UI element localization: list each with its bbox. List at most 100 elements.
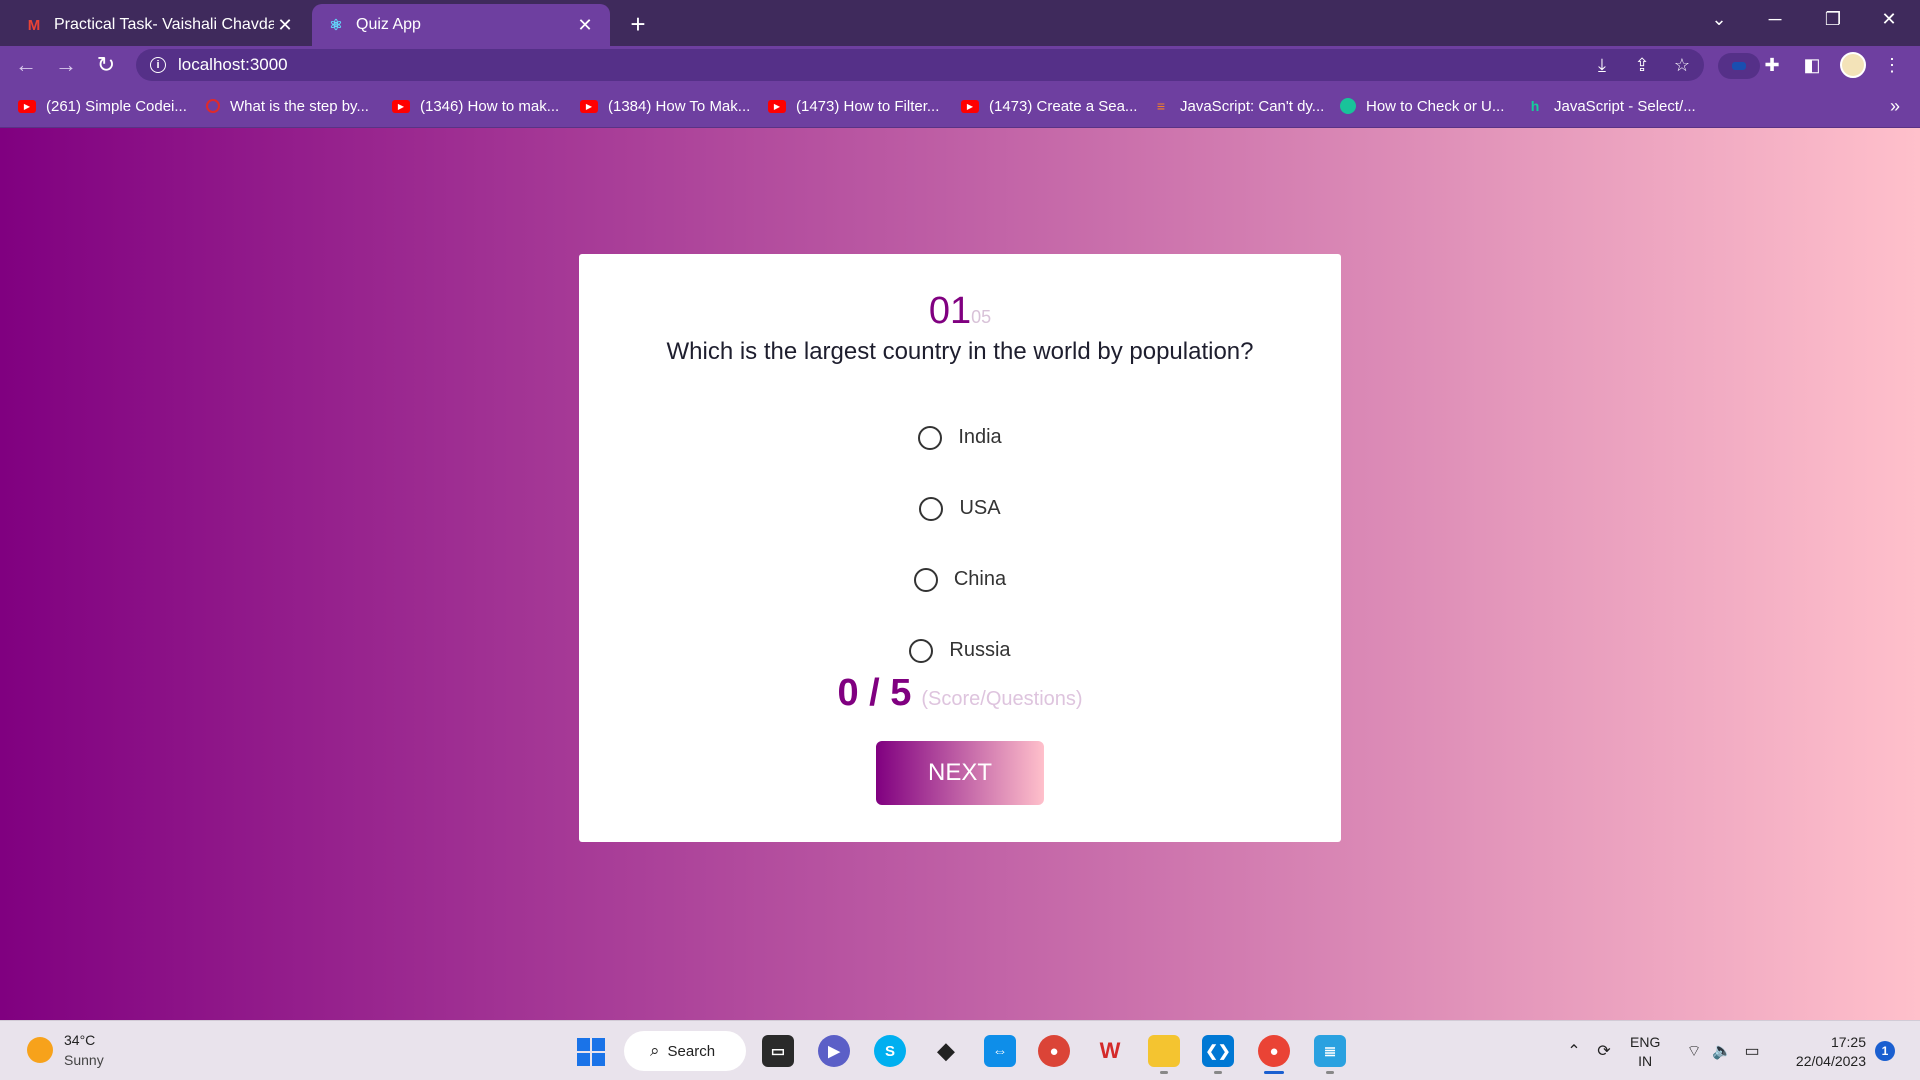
share-icon[interactable]: ⇪: [1630, 53, 1654, 77]
youtube-icon: ▶: [580, 99, 598, 113]
bookmark-item[interactable]: ≡ JavaScript: Can't dy...: [1152, 94, 1324, 118]
side-panel-icon[interactable]: ◧: [1800, 53, 1824, 77]
system-clock[interactable]: 17:25 22/04/2023: [1780, 1033, 1866, 1071]
bookmark-item[interactable]: What is the step by...: [206, 94, 369, 118]
radio-button[interactable]: [909, 638, 934, 663]
radio-button[interactable]: [913, 567, 938, 592]
weather-condition[interactable]: Sunny: [64, 1052, 104, 1068]
question-number: 01: [928, 290, 972, 332]
notification-badge[interactable]: 1: [1875, 1041, 1895, 1061]
extensions-puzzle-icon[interactable]: ✚: [1760, 53, 1784, 77]
language-code: ENG: [1630, 1034, 1661, 1050]
option-label: China: [953, 568, 1007, 590]
restore-button[interactable]: ❐: [1806, 0, 1860, 38]
tab-quiz-app[interactable]: ⚛ Quiz App ✕: [312, 4, 610, 46]
notepad-icon[interactable]: ≣: [1314, 1035, 1346, 1067]
bookmarks-overflow-icon[interactable]: »: [1890, 96, 1900, 117]
file-explorer-icon[interactable]: [1148, 1035, 1180, 1067]
weather-temperature[interactable]: 34°C: [64, 1032, 95, 1048]
bookmark-star-icon[interactable]: ☆: [1670, 53, 1694, 77]
tab-search-icon[interactable]: ⌄: [1692, 0, 1746, 38]
sync-icon[interactable]: ⟳: [1592, 1037, 1616, 1065]
bookmark-item[interactable]: ▶ (1384) How To Mak...: [580, 94, 750, 118]
react-icon: ⚛: [329, 17, 343, 34]
browser-toolbar: ← → ↻ i localhost:3000 ⤓ ⇪ ☆ ✚ ◧ ⋮: [0, 46, 1920, 84]
option-china[interactable]: China: [579, 544, 1341, 615]
close-icon[interactable]: ✕: [274, 14, 296, 36]
bookmark-item[interactable]: h JavaScript - Select/...: [1526, 94, 1696, 118]
bookmark-item[interactable]: ▶ (1473) How to Filter...: [768, 94, 939, 118]
close-window-button[interactable]: ✕: [1862, 0, 1916, 38]
dropbox-icon[interactable]: ◆: [930, 1035, 962, 1067]
option-label: India: [958, 426, 1002, 448]
youtube-icon: ▶: [768, 99, 786, 113]
region-code: IN: [1638, 1053, 1653, 1069]
close-icon[interactable]: ✕: [574, 14, 596, 36]
clock-date: 22/04/2023: [1795, 1053, 1866, 1069]
page-viewport: 0105 Which is the largest country in the…: [0, 128, 1920, 1020]
tab-title: Practical Task- Vaishali Chavda -: [54, 16, 274, 33]
volume-icon[interactable]: 🔈: [1710, 1037, 1734, 1065]
youtube-icon: ▶: [392, 99, 410, 113]
battery-icon[interactable]: ▭: [1740, 1037, 1764, 1065]
bookmark-label: (1473) Create a Sea...: [989, 97, 1138, 115]
site-info-icon[interactable]: i: [150, 57, 166, 73]
bookmark-label: How to Check or U...: [1366, 97, 1505, 115]
profile-avatar[interactable]: [1840, 52, 1866, 78]
quora-icon: [206, 99, 220, 113]
bookmark-item[interactable]: How to Check or U...: [1340, 94, 1504, 118]
sun-icon[interactable]: [27, 1037, 53, 1063]
bookmark-item[interactable]: ▶ (261) Simple Codei...: [18, 94, 187, 118]
question-text: Which is the largest country in the worl…: [666, 338, 1254, 365]
gem-icon: [1340, 98, 1356, 114]
running-indicator: [1160, 1071, 1168, 1074]
question-counter: 0105: [579, 290, 1341, 333]
back-icon[interactable]: ←: [10, 49, 42, 81]
teamviewer-icon[interactable]: ⇔: [984, 1035, 1016, 1067]
reload-icon[interactable]: ↻: [90, 49, 122, 81]
install-icon[interactable]: ⤓: [1590, 53, 1614, 77]
tab-title: Quiz App: [356, 16, 421, 33]
language-indicator[interactable]: ENG IN: [1630, 1033, 1660, 1071]
wifi-icon[interactable]: ⌔: [1682, 1037, 1706, 1065]
next-button[interactable]: NEXT: [876, 741, 1044, 805]
chrome-profile-icon[interactable]: ●: [1258, 1035, 1290, 1067]
quiz-card: 0105 Which is the largest country in the…: [579, 254, 1341, 842]
option-india[interactable]: India: [579, 402, 1341, 473]
taskbar-search[interactable]: ⌕ Search: [624, 1031, 746, 1071]
bookmark-item[interactable]: ▶ (1346) How to mak...: [392, 94, 559, 118]
hashnode-icon: h: [1530, 98, 1540, 114]
search-label: Search: [667, 1042, 716, 1060]
teams-chat-icon[interactable]: ▶: [818, 1035, 850, 1067]
chrome-icon[interactable]: ●: [1038, 1035, 1070, 1067]
bookmark-label: (1346) How to mak...: [420, 97, 560, 115]
bookmark-label: (1384) How To Mak...: [608, 97, 751, 115]
radio-button[interactable]: [918, 425, 943, 450]
gmail-icon: M: [27, 16, 41, 34]
bookmark-item[interactable]: ▶ (1473) Create a Sea...: [961, 94, 1137, 118]
running-indicator: [1326, 1071, 1334, 1074]
task-view-icon[interactable]: ▭: [762, 1035, 794, 1067]
wps-office-icon[interactable]: W: [1094, 1035, 1126, 1067]
radio-button[interactable]: [919, 496, 944, 521]
windows-taskbar: 34°C Sunny ⌕ Search ▭ ▶ S ◆ ⇔ ● W ❮❯ ● ≣…: [0, 1020, 1920, 1080]
answer-options: India USA China Russia: [579, 402, 1341, 686]
bookmarks-bar: ▶ (261) Simple Codei... What is the step…: [0, 84, 1920, 128]
clock-time: 17:25: [1830, 1034, 1866, 1050]
address-bar[interactable]: i localhost:3000: [136, 49, 1704, 81]
chevron-up-icon[interactable]: ⌃: [1562, 1037, 1586, 1065]
skype-icon[interactable]: S: [874, 1035, 906, 1067]
extension-pill[interactable]: [1718, 53, 1760, 79]
minimize-button[interactable]: ─: [1748, 0, 1802, 38]
windows-start-icon[interactable]: [577, 1038, 605, 1066]
menu-dots-icon[interactable]: ⋮: [1880, 53, 1904, 77]
forward-icon[interactable]: →: [50, 49, 82, 81]
running-indicator: [1214, 1071, 1222, 1074]
vscode-icon[interactable]: ❮❯: [1202, 1035, 1234, 1067]
new-tab-button[interactable]: +: [622, 8, 654, 40]
tab-practical-task[interactable]: M Practical Task- Vaishali Chavda - ✕: [10, 4, 310, 46]
score-display: 0 / 5 (Score/Questions): [579, 672, 1341, 715]
bookmark-label: (261) Simple Codei...: [46, 97, 187, 115]
bookmark-label: What is the step by...: [230, 97, 369, 115]
option-usa[interactable]: USA: [579, 473, 1341, 544]
